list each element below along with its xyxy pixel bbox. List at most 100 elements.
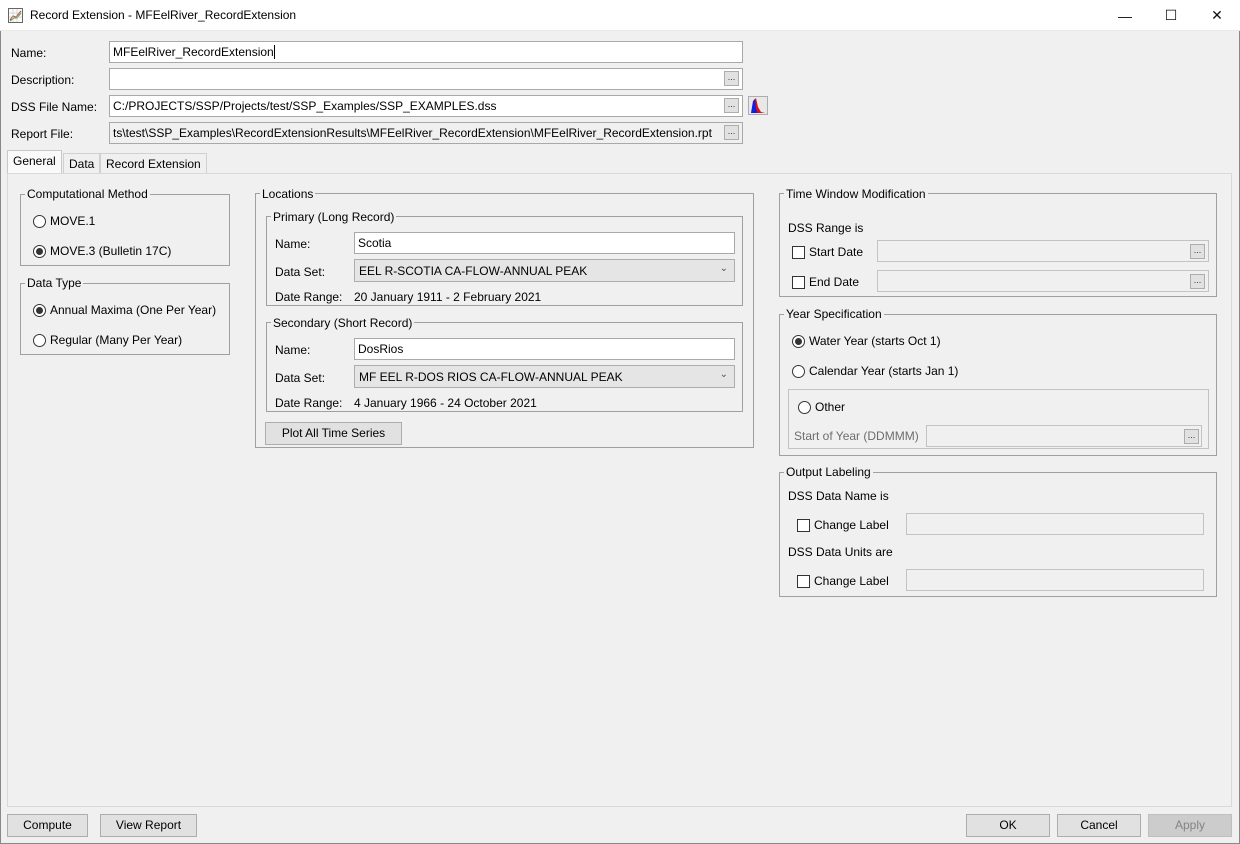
move3-radio[interactable]: MOVE.3 (Bulletin 17C) <box>33 244 171 258</box>
report-browse-button[interactable]: ... <box>724 125 739 140</box>
data-units-input[interactable] <box>906 569 1204 591</box>
change-name-label-text: Change Label <box>814 518 889 532</box>
name-label: Name: <box>11 46 47 60</box>
dss-file-input[interactable]: C:/PROJECTS/SSP/Projects/test/SSP_Exampl… <box>109 95 743 117</box>
chevron-down-icon: ⌄ <box>719 263 728 274</box>
end-date-label: End Date <box>809 275 860 289</box>
minimize-icon: — <box>1118 7 1132 24</box>
view-report-button[interactable]: View Report <box>100 814 197 837</box>
year-spec-title: Year Specification <box>784 307 884 321</box>
secondary-name-label: Name: <box>275 343 311 357</box>
distribution-chart-icon <box>751 98 765 113</box>
close-icon: ✕ <box>1211 7 1223 23</box>
water-year-label: Water Year (starts Oct 1) <box>809 334 941 348</box>
name-value: MFEelRiver_RecordExtension <box>113 45 274 59</box>
calendar-year-radio[interactable]: Calendar Year (starts Jan 1) <box>792 364 958 378</box>
ok-button[interactable]: OK <box>966 814 1050 837</box>
change-units-label-text: Change Label <box>814 574 889 588</box>
primary-dataset-label: Data Set: <box>275 265 326 279</box>
radio-selected-icon <box>792 334 805 348</box>
report-file-value: ts\test\SSP_Examples\RecordExtensionResu… <box>113 126 712 140</box>
window-title: Record Extension - MFEelRiver_RecordExte… <box>30 8 297 22</box>
dss-range-label: DSS Range is <box>788 221 864 235</box>
tab-record-extension[interactable]: Record Extension <box>100 153 207 173</box>
dss-data-units-label: DSS Data Units are <box>788 545 893 559</box>
primary-range-label: Date Range: <box>275 290 343 304</box>
primary-name-label: Name: <box>275 237 311 251</box>
start-date-checkbox[interactable]: Start Date <box>792 245 863 259</box>
report-file-label: Report File: <box>11 127 74 141</box>
water-year-radio[interactable]: Water Year (starts Oct 1) <box>792 334 941 348</box>
regular-label: Regular (Many Per Year) <box>50 333 183 347</box>
start-of-year-label: Start of Year (DDMMM) <box>794 429 919 443</box>
annual-maxima-radio[interactable]: Annual Maxima (One Per Year) <box>33 303 216 317</box>
locations-title: Locations <box>260 187 316 201</box>
regular-radio[interactable]: Regular (Many Per Year) <box>33 333 182 347</box>
description-input[interactable] <box>109 68 743 90</box>
end-date-input[interactable] <box>877 270 1209 292</box>
dss-viewer-button[interactable] <box>748 96 768 115</box>
maximize-icon: ☐ <box>1164 7 1178 23</box>
description-label: Description: <box>11 73 75 87</box>
primary-dataset-select[interactable]: EEL R-SCOTIA CA-FLOW-ANNUAL PEAK ⌄ <box>354 259 735 282</box>
radio-selected-icon <box>33 303 46 317</box>
output-labeling-title: Output Labeling <box>784 465 873 479</box>
data-name-input[interactable] <box>906 513 1204 535</box>
move1-label: MOVE.1 <box>50 214 96 228</box>
checkbox-icon <box>797 518 810 532</box>
secondary-dataset-value: MF EEL R-DOS RIOS CA-FLOW-ANNUAL PEAK <box>359 370 623 384</box>
minimize-button[interactable]: — <box>1102 0 1148 31</box>
other-year-label: Other <box>815 400 846 414</box>
tab-general[interactable]: General <box>7 150 62 173</box>
chevron-down-icon: ⌄ <box>719 369 728 380</box>
radio-selected-icon <box>33 244 46 258</box>
end-date-browse-button[interactable]: ... <box>1190 274 1205 289</box>
move3-label: MOVE.3 (Bulletin 17C) <box>50 244 172 258</box>
computational-method-title: Computational Method <box>25 187 150 201</box>
dss-file-label: DSS File Name: <box>11 100 98 114</box>
secondary-range-label: Date Range: <box>275 396 343 410</box>
primary-name-input[interactable]: Scotia <box>354 232 735 254</box>
tab-data[interactable]: Data <box>63 153 101 173</box>
dss-data-name-label: DSS Data Name is <box>788 489 889 503</box>
close-button[interactable]: ✕ <box>1194 0 1240 31</box>
plot-all-time-series-button[interactable]: Plot All Time Series <box>265 422 402 445</box>
report-file-input[interactable]: ts\test\SSP_Examples\RecordExtensionResu… <box>109 122 743 144</box>
secondary-name-input[interactable]: DosRios <box>354 338 735 360</box>
radio-icon <box>798 400 811 414</box>
secondary-range-value: 4 January 1966 - 24 October 2021 <box>354 396 537 410</box>
start-of-year-browse-button[interactable]: ... <box>1184 429 1199 444</box>
start-date-input[interactable] <box>877 240 1209 262</box>
time-window-title: Time Window Modification <box>784 187 928 201</box>
chart-icon <box>8 8 23 23</box>
title-bar: Record Extension - MFEelRiver_RecordExte… <box>0 0 1240 31</box>
primary-title: Primary (Long Record) <box>271 210 397 224</box>
other-year-radio[interactable]: Other <box>798 400 845 414</box>
change-units-label-checkbox[interactable]: Change Label <box>797 574 889 588</box>
start-date-browse-button[interactable]: ... <box>1190 244 1205 259</box>
checkbox-icon <box>797 574 810 588</box>
checkbox-icon <box>792 245 805 259</box>
name-input[interactable]: MFEelRiver_RecordExtension <box>109 41 743 63</box>
maximize-button[interactable]: ☐ <box>1148 0 1194 31</box>
radio-icon <box>33 214 46 228</box>
start-date-label: Start Date <box>809 245 864 259</box>
dss-file-value: C:/PROJECTS/SSP/Projects/test/SSP_Exampl… <box>113 99 497 113</box>
secondary-dataset-select[interactable]: MF EEL R-DOS RIOS CA-FLOW-ANNUAL PEAK ⌄ <box>354 365 735 388</box>
secondary-name-value: DosRios <box>358 342 404 356</box>
primary-range-value: 20 January 1911 - 2 February 2021 <box>354 290 542 304</box>
secondary-title: Secondary (Short Record) <box>271 316 415 330</box>
start-of-year-input[interactable] <box>926 425 1202 447</box>
description-browse-button[interactable]: ... <box>724 71 739 86</box>
annual-maxima-label: Annual Maxima (One Per Year) <box>50 303 217 317</box>
radio-icon <box>792 364 805 378</box>
primary-dataset-value: EEL R-SCOTIA CA-FLOW-ANNUAL PEAK <box>359 264 588 278</box>
change-name-label-checkbox[interactable]: Change Label <box>797 518 889 532</box>
apply-button[interactable]: Apply <box>1148 814 1232 837</box>
end-date-checkbox[interactable]: End Date <box>792 275 859 289</box>
dss-browse-button[interactable]: ... <box>724 98 739 113</box>
move1-radio[interactable]: MOVE.1 <box>33 214 95 228</box>
compute-button[interactable]: Compute <box>7 814 88 837</box>
secondary-dataset-label: Data Set: <box>275 371 326 385</box>
cancel-button[interactable]: Cancel <box>1057 814 1141 837</box>
